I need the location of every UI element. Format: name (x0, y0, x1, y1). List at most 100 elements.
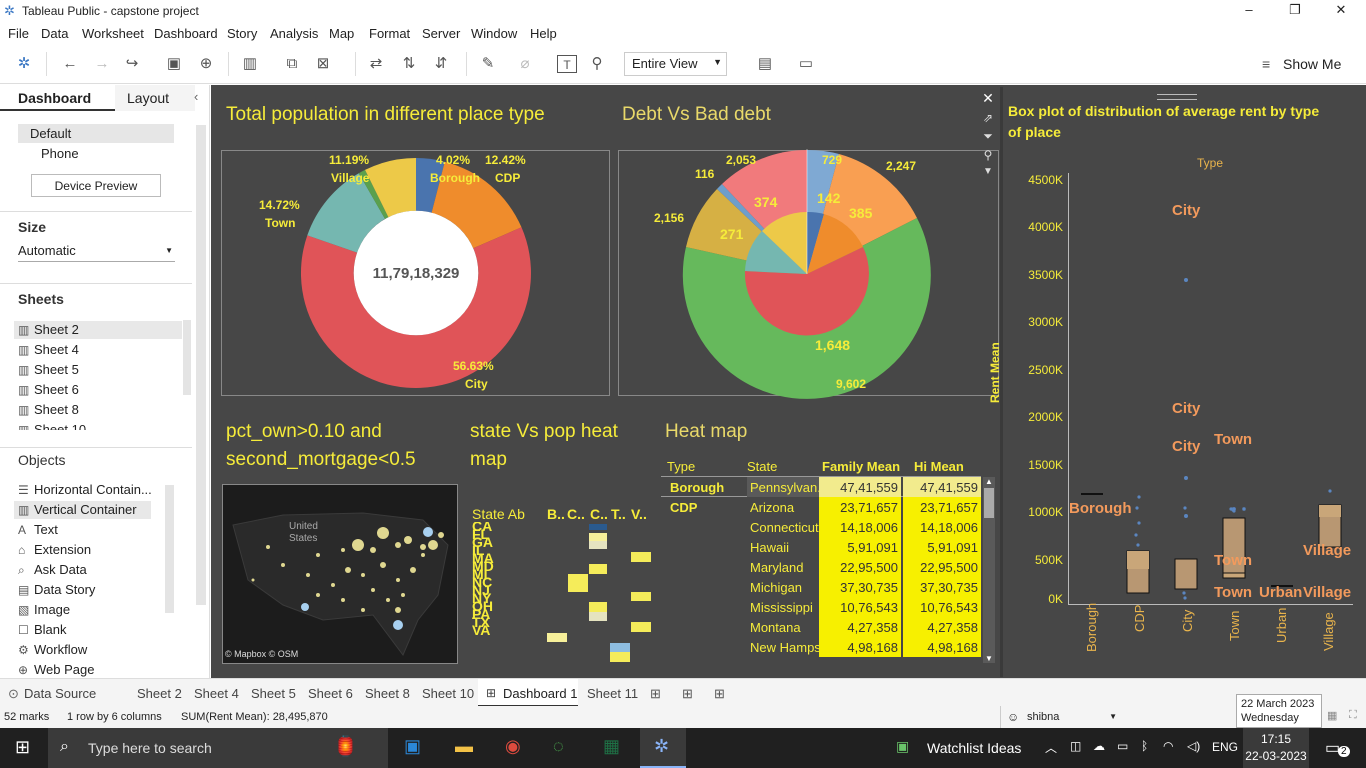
file-explorer-icon[interactable]: ▬ (455, 736, 473, 757)
tab-sheet-10[interactable]: Sheet 10 (422, 686, 474, 701)
refresh-app-icon[interactable]: ◌ (553, 736, 564, 757)
wifi-icon[interactable]: ◠ (1163, 739, 1173, 753)
tab-dashboard-1[interactable]: ⊞ Dashboard 1 (478, 679, 578, 707)
sort-descending-icon[interactable]: ⇵ (431, 55, 451, 73)
sheet-item[interactable]: ▥ Sheet 2 (18, 322, 79, 342)
undo-icon[interactable]: ← (60, 55, 80, 73)
device-default[interactable]: Default (18, 124, 174, 143)
menu-map[interactable]: Map (329, 26, 354, 41)
heatmap-row[interactable]: Hawaii 5,91,091 5,91,091 (661, 537, 981, 557)
tab-sheet-2[interactable]: Sheet 2 (137, 686, 182, 701)
swap-icon[interactable]: ⇄ (366, 55, 386, 73)
user-menu[interactable]: ☺ shibna ▼ (1000, 706, 1125, 728)
volume-icon[interactable]: ◁) (1187, 739, 1200, 753)
show-me-button[interactable]: Show Me (1283, 56, 1341, 72)
store-icon[interactable]: ▣ (404, 736, 421, 757)
pin-icon[interactable]: ⚲ (587, 55, 607, 73)
sheets-scrollbar[interactable] (183, 320, 191, 395)
state-heat-grid[interactable]: CA FL GA IL MA MD MI NC NJ NY OH PA TX V… (470, 522, 655, 662)
tab-sheet-6[interactable]: Sheet 6 (308, 686, 353, 701)
heatmap-scrollbar[interactable]: ▲ ▼ (983, 477, 995, 663)
sheet-item[interactable]: ▥ Sheet 6 (18, 382, 79, 402)
windows-start-icon[interactable]: ⊞ (15, 737, 30, 758)
heatmap-row[interactable]: Borough Pennsylvan.. 47,41,559 47,41,559 (661, 477, 981, 497)
fullscreen-icon[interactable]: ⛶ (1349, 709, 1357, 722)
menu-analysis[interactable]: Analysis (270, 26, 318, 41)
heatmap-row[interactable]: New Hamps..4,98,1684,98,168 (661, 637, 981, 657)
heatmap-row[interactable]: Michigan 37,30,735 37,30,735 (661, 577, 981, 597)
device-preview-button[interactable]: Device Preview (31, 174, 161, 197)
tab-layout[interactable]: Layout (115, 85, 195, 111)
collapse-panel-icon[interactable]: ‹ (194, 89, 198, 104)
boxplot-chart[interactable] (1069, 173, 1354, 605)
new-story-icon[interactable]: ⊞ (714, 686, 725, 702)
new-worksheet-icon[interactable]: ▥ (240, 55, 260, 73)
donut-chart[interactable]: 11,79,18,329 (296, 153, 536, 393)
size-select[interactable]: Automatic ▼ (18, 243, 175, 262)
view-select[interactable]: Entire View ▼ (624, 52, 727, 76)
clock[interactable]: 17:15 22-03-2023 (1243, 728, 1309, 768)
language-indicator[interactable]: ENG (1212, 740, 1238, 754)
menu-format[interactable]: Format (369, 26, 410, 41)
duplicate-icon[interactable]: ⧉ (282, 55, 302, 73)
menu-data[interactable]: Data (41, 26, 68, 41)
scroll-down-icon[interactable]: ▼ (983, 654, 995, 663)
new-data-source-icon[interactable]: ⊕ (196, 55, 216, 73)
sheet-item[interactable]: ▥ Sheet 5 (18, 362, 79, 382)
panel-scrollbar[interactable] (196, 125, 206, 605)
menu-worksheet[interactable]: Worksheet (82, 26, 144, 41)
tableau-taskbar-button[interactable]: ✲ (640, 728, 686, 768)
tray-cloud-icon[interactable]: ☁ (1093, 739, 1105, 753)
sheet-item[interactable]: ▥ Sheet 10 (18, 422, 86, 430)
tray-chevron-icon[interactable]: ︿ (1045, 739, 1057, 756)
object-workflow[interactable]: ⚙ Workflow (18, 642, 87, 662)
fit-icon[interactable]: ▤ (755, 55, 775, 73)
bluetooth-icon[interactable]: ᛒ (1141, 739, 1148, 753)
tab-sheet-5[interactable]: Sheet 5 (251, 686, 296, 701)
sort-ascending-icon[interactable]: ⇅ (399, 55, 419, 73)
heatmap-row[interactable]: CDP Arizona 23,71,657 23,71,657 (661, 497, 981, 517)
object-horizontal-container[interactable]: ☰ Horizontal Contain... (18, 482, 152, 502)
battery-icon[interactable]: ▭ (1117, 739, 1128, 753)
objects-scrollbar[interactable] (165, 485, 174, 613)
object-ask-data[interactable]: ⌕ Ask Data (18, 562, 87, 582)
redo-icon[interactable]: → (92, 55, 112, 73)
pin-icon[interactable]: ⚲ (978, 148, 998, 162)
go-to-sheet-icon[interactable]: ⇗ (978, 111, 998, 125)
minimize-button[interactable]: – (1226, 2, 1272, 17)
menu-window[interactable]: Window (471, 26, 517, 41)
chrome-icon[interactable]: ◉ (505, 736, 521, 757)
restore-button[interactable]: ❐ (1272, 2, 1318, 18)
object-data-story[interactable]: ▤ Data Story (18, 582, 95, 602)
tab-sheet-4[interactable]: Sheet 4 (194, 686, 239, 701)
sheet-item[interactable]: ▥ Sheet 4 (18, 342, 79, 362)
highlight-icon[interactable]: ✎ (478, 55, 498, 73)
tableau-home-icon[interactable]: ✲ (14, 55, 34, 73)
new-worksheet-icon[interactable]: ⊞ (650, 686, 661, 702)
more-options-icon[interactable]: ▼ (978, 166, 998, 177)
object-image[interactable]: ▧ Image (18, 602, 70, 622)
tab-data-source[interactable]: Data Source (24, 686, 96, 701)
menu-file[interactable]: File (8, 26, 29, 41)
tab-sheet-8[interactable]: Sheet 8 (365, 686, 410, 701)
close-button[interactable]: ✕ (1318, 2, 1364, 18)
heatmap-row[interactable]: Connecticut 14,18,006 14,18,006 (661, 517, 981, 537)
show-labels-icon[interactable]: T (557, 55, 577, 73)
replay-icon[interactable]: ↪ (122, 55, 142, 73)
tray-camera-icon[interactable]: ◫ (1070, 739, 1081, 753)
menu-server[interactable]: Server (422, 26, 460, 41)
object-extension[interactable]: ⌂ Extension (18, 542, 91, 562)
remove-icon[interactable]: ✕ (978, 90, 998, 107)
object-vertical-container[interactable]: ▥ Vertical Container (18, 502, 137, 522)
menu-story[interactable]: Story (227, 26, 257, 41)
heatmap-row[interactable]: Maryland 22,95,500 22,95,500 (661, 557, 981, 577)
drag-handle-icon[interactable] (1157, 94, 1197, 100)
group-icon[interactable]: ⌀ (515, 55, 535, 73)
heatmap-row[interactable]: Mississippi 10,76,543 10,76,543 (661, 597, 981, 617)
object-blank[interactable]: ☐ Blank (18, 622, 67, 642)
clear-sheet-icon[interactable]: ⊠ (313, 55, 333, 73)
tab-sheet-11[interactable]: Sheet 11 (587, 686, 638, 701)
heatmap-row[interactable]: Montana 4,27,358 4,27,358 (661, 617, 981, 637)
map-view[interactable]: United States © Mapbox © OSM (222, 484, 458, 664)
filter-icon[interactable]: ⏷ (978, 129, 998, 144)
